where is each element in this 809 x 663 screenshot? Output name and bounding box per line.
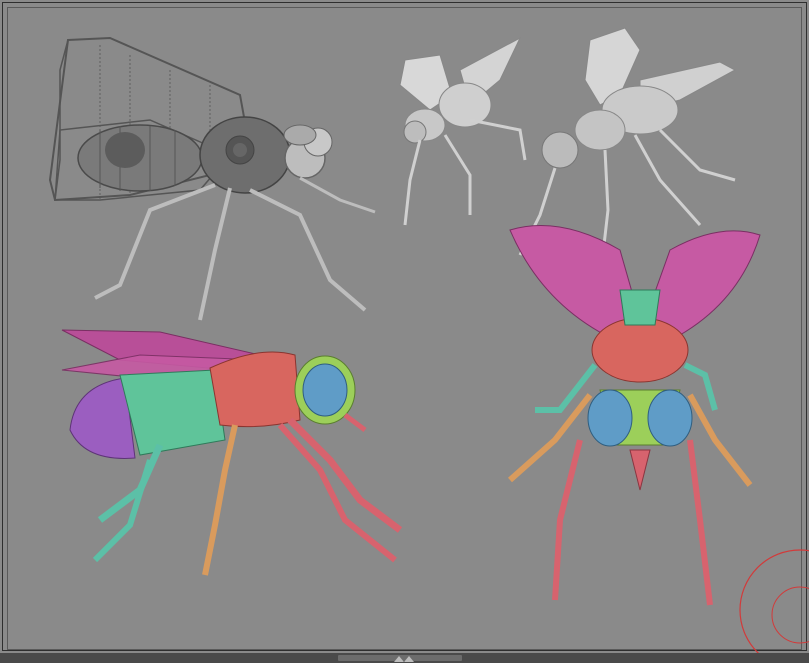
- scene-canvas: [48, 27, 809, 663]
- viewport-canvas[interactable]: [0, 0, 809, 663]
- triangle-up-icon[interactable]: [404, 656, 414, 662]
- triangle-up-icon[interactable]: [394, 656, 404, 662]
- navigation-gizmo[interactable]: [739, 549, 809, 663]
- fly-colored-front[interactable]: [508, 225, 761, 606]
- fly-grey-small[interactable]: [399, 36, 527, 226]
- fly-wireframe-side[interactable]: [48, 36, 376, 321]
- bottom-scroll-bar[interactable]: [0, 653, 809, 663]
- fly-colored-side[interactable]: [61, 329, 403, 576]
